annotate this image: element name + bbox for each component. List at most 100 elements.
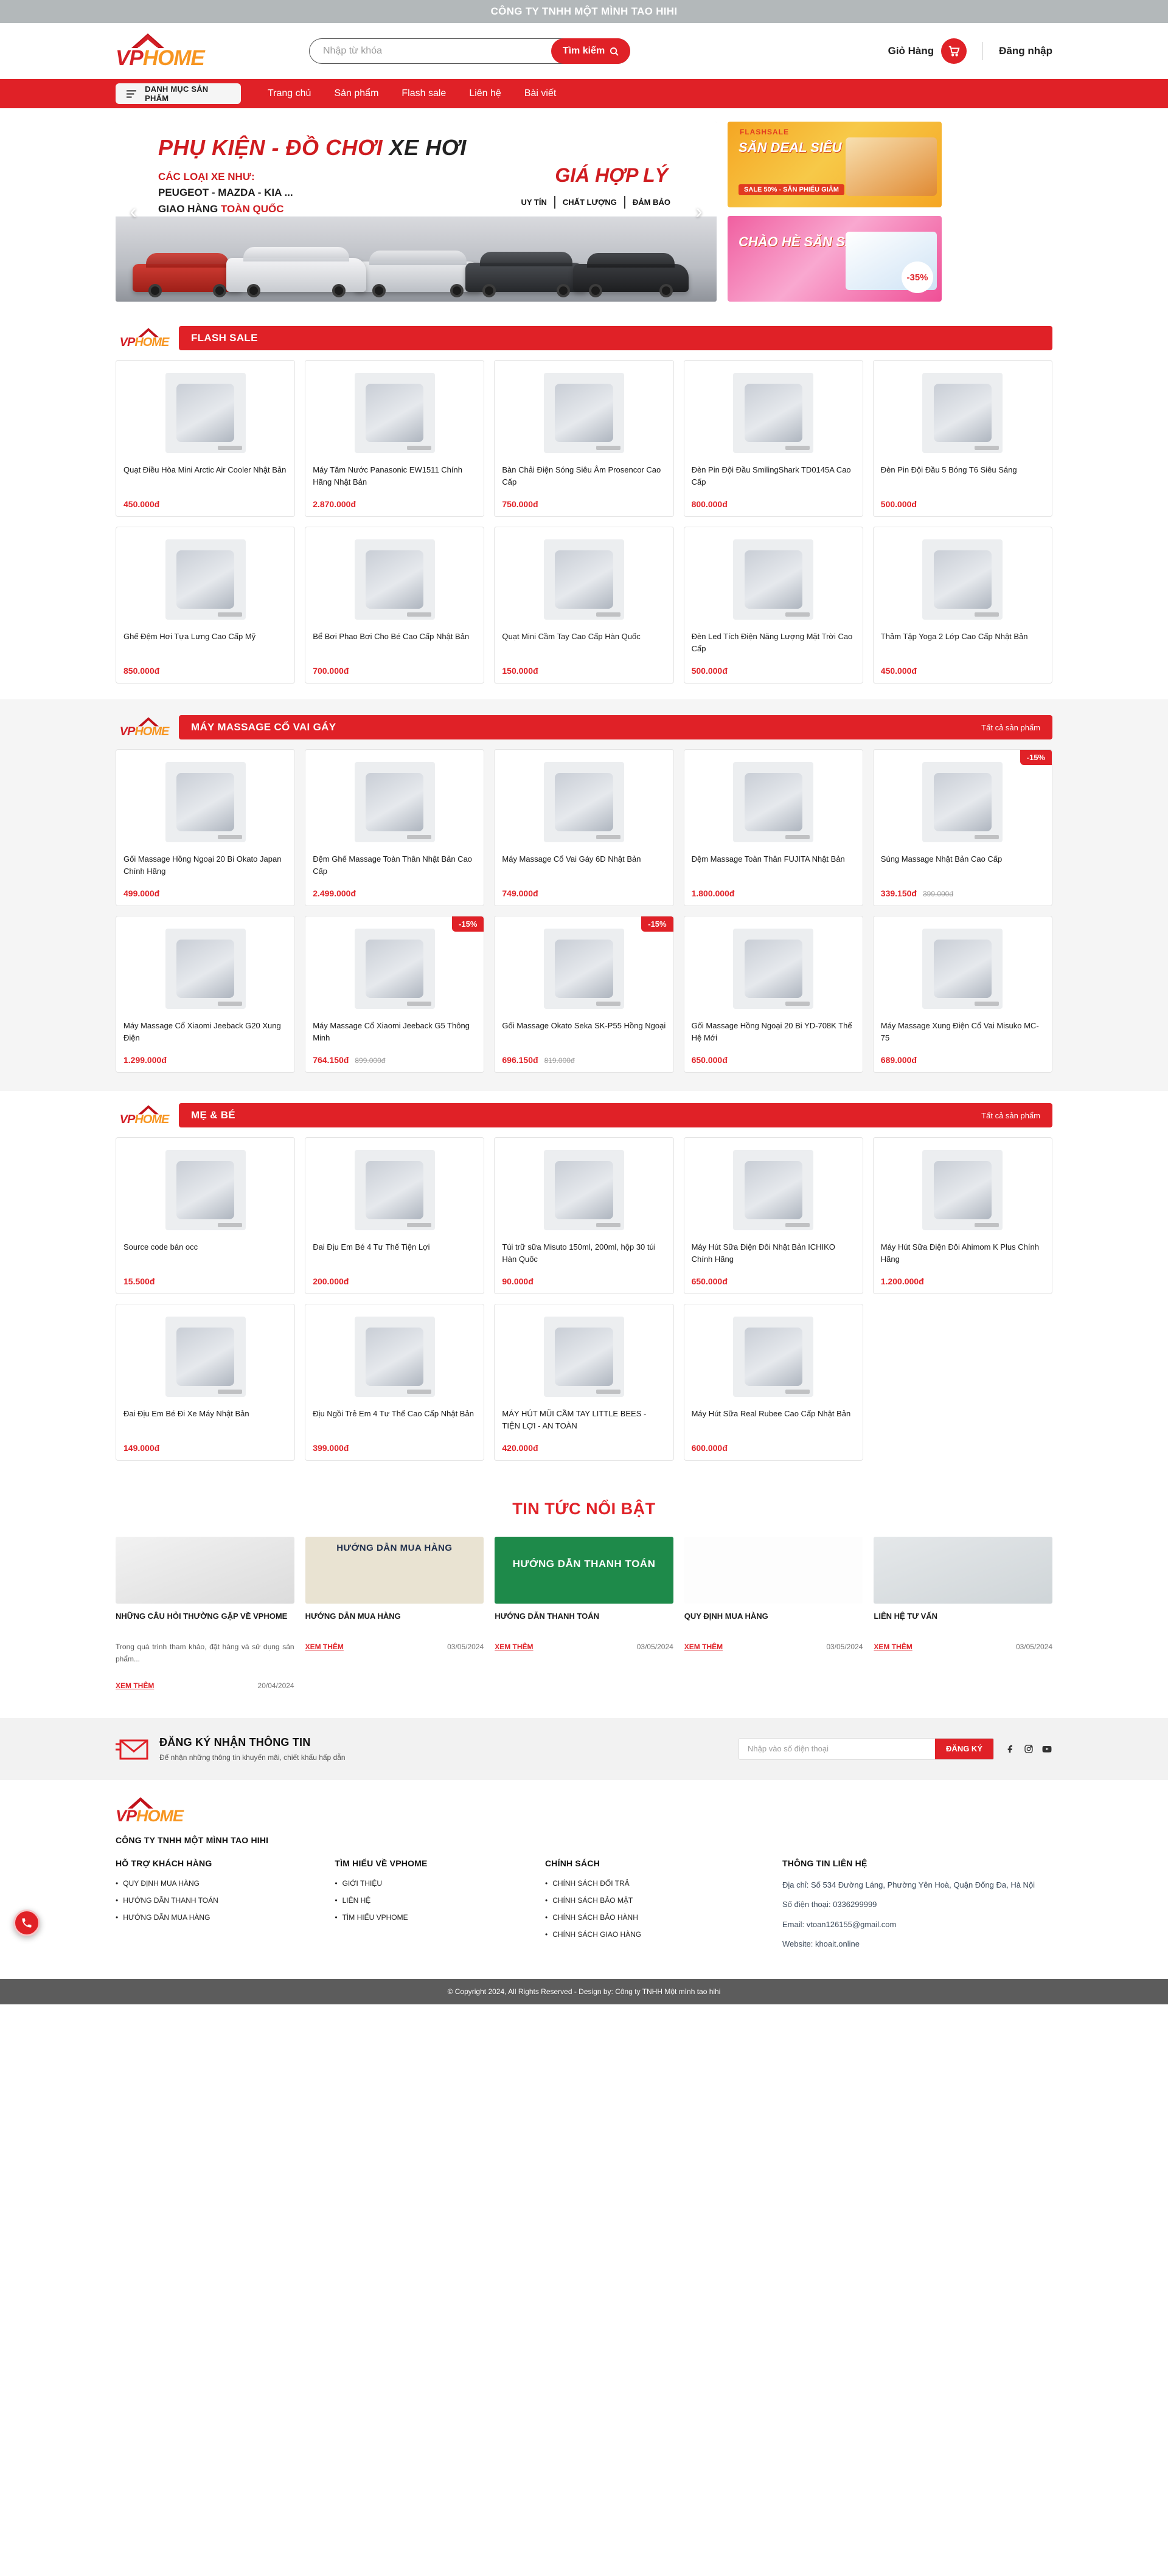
newsletter-section: ĐĂNG KÝ NHẬN THÔNG TIN Để nhận những thô… [0, 1717, 1168, 1780]
baby-view-all-link[interactable]: Tất cả sản phẩm [981, 1111, 1040, 1120]
footer-link-label: HƯỚNG DẪN THANH TOÁN [123, 1896, 218, 1905]
product-card[interactable]: Máy Hút Sữa Real Rubee Cao Cấp Nhật Bản 6… [683, 1304, 863, 1461]
login-link[interactable]: Đăng nhập [999, 45, 1052, 57]
cart-button[interactable]: Giỏ Hàng [888, 38, 967, 64]
hotline-float-button[interactable] [13, 1909, 40, 1936]
product-card[interactable]: Ghế Đệm Hơi Tựa Lưng Cao Cấp Mỹ 850.000đ [116, 527, 296, 684]
product-image [123, 1312, 287, 1402]
product-card[interactable]: Đai Địu Em Bé 4 Tư Thế Tiện Lợi 200.000đ [305, 1137, 485, 1294]
nav-item-home[interactable]: Trang chủ [268, 88, 311, 99]
newsletter-submit-button[interactable]: ĐĂNG KÝ [935, 1738, 993, 1759]
baby-title: MẸ & BÉ [191, 1109, 235, 1121]
product-card[interactable]: Máy Massage Xung Điện Cổ Vai Misuko MC-7… [872, 916, 1052, 1073]
footer-link[interactable]: • CHÍNH SÁCH BẢO MẬT [545, 1896, 770, 1905]
nav-item-contact[interactable]: Liên hệ [469, 88, 501, 99]
bullet-icon: • [545, 1878, 548, 1888]
product-card[interactable]: Gối Massage Hồng Ngoại 20 Bi YD-708K Thế… [683, 916, 863, 1073]
news-section: TIN TỨC NỔI BẬT NHỮNG CÂU HỎI THƯỜNG GẶP… [0, 1477, 1168, 1718]
newsletter-phone-input[interactable] [739, 1744, 936, 1754]
product-name: Máy Hút Sữa Điện Đôi Nhật Bản ICHIKO Chí… [691, 1242, 835, 1264]
product-card[interactable]: Bể Bơi Phao Bơi Cho Bé Cao Cấp Nhật Bản 7… [305, 527, 485, 684]
hero-price-text: GIÁ HỢP LÝ [555, 164, 668, 186]
product-image [692, 757, 855, 847]
product-card[interactable]: Máy Massage Cổ Xiaomi Jeeback G20 Xung Đ… [116, 916, 296, 1073]
product-price-row: 850.000đ [123, 666, 287, 676]
news-read-more-link[interactable]: XEM THÊM [305, 1643, 344, 1651]
newsletter-text: ĐĂNG KÝ NHẬN THÔNG TIN Để nhận những thô… [159, 1736, 346, 1762]
product-card[interactable]: Đệm Massage Toàn Thân FUJITA Nhật Bản 1.8… [683, 749, 863, 906]
product-card[interactable]: Máy Tăm Nước Panasonic EW1511 Chính Hãng… [305, 360, 485, 517]
news-date: 03/05/2024 [826, 1643, 863, 1651]
side-banner-flashsale[interactable]: FLASHSALE SĂN DEAL SIÊU KHỦNG SALE 50% -… [728, 122, 942, 207]
nav-item-blog[interactable]: Bài viết [524, 88, 556, 99]
product-card[interactable]: Đèn Pin Đội Đầu SmilingShark TD0145A Cao… [683, 360, 863, 517]
footer-link[interactable]: • CHÍNH SÁCH GIAO HÀNG [545, 1930, 770, 1939]
product-price-row: 200.000đ [313, 1276, 476, 1286]
product-card[interactable]: -15% Súng Massage Nhật Bản Cao Cấp 339.150… [872, 749, 1052, 906]
product-card[interactable]: Đèn Pin Đội Đầu 5 Bóng T6 Siêu Sáng 500.0… [872, 360, 1052, 517]
footer-link[interactable]: • LIÊN HỆ [335, 1896, 533, 1905]
nav-item-flashsale[interactable]: Flash sale [401, 88, 446, 99]
news-read-more-link[interactable]: XEM THÊM [495, 1643, 533, 1651]
youtube-icon[interactable] [1041, 1744, 1052, 1754]
news-card[interactable]: HƯỚNG DẪN THANH TOÁN HƯỚNG DẪN THANH TOÁN… [495, 1537, 673, 1690]
logo-vp-text: VP [119, 336, 136, 349]
product-card[interactable]: Bàn Chải Điện Sóng Siêu Âm Prosencor Cao… [494, 360, 674, 517]
product-card[interactable]: Quạt Điều Hòa Mini Arctic Air Cooler Nhậ… [116, 360, 296, 517]
product-image [502, 757, 666, 847]
footer-logo[interactable]: VPHOME [116, 1796, 243, 1824]
hero-slider[interactable]: PHỤ KIỆN - ĐỒ CHƠI XE HƠI CÁC LOẠI XE NH… [116, 122, 717, 302]
footer-link[interactable]: • QUY ĐỊNH MUA HÀNG [116, 1879, 322, 1888]
product-card[interactable]: Quạt Mini Cầm Tay Cao Cấp Hàn Quốc 150.00… [494, 527, 674, 684]
news-card[interactable]: QUY ĐỊNH MUA HÀNG XEM THÊM 03/05/2024 [684, 1537, 863, 1690]
product-price: 764.150đ [313, 1055, 349, 1065]
product-card[interactable]: Túi trữ sữa Misuto 150ml, 200ml, hộp 30 … [494, 1137, 674, 1294]
product-card[interactable]: Thảm Tập Yoga 2 Lớp Cao Cấp Nhật Bản 450.… [872, 527, 1052, 684]
product-card[interactable]: Đệm Ghế Massage Toàn Thân Nhật Bản Cao C… [305, 749, 485, 906]
product-card[interactable]: MÁY HÚT MŨI CẦM TAY LITTLE BEES - TIỆN L… [494, 1304, 674, 1461]
product-price-row: 90.000đ [502, 1276, 666, 1286]
product-card[interactable]: Máy Massage Cổ Vai Gáy 6D Nhật Bản 749.00… [494, 749, 674, 906]
search-input[interactable] [323, 46, 551, 57]
facebook-icon[interactable] [1006, 1744, 1016, 1754]
news-image-caption: HƯỚNG DẪN MUA HÀNG [336, 1543, 453, 1553]
nav-links: Trang chủ Sản phẩm Flash sale Liên hệ Bà… [268, 88, 556, 99]
product-card[interactable]: Địu Ngồi Trẻ Em 4 Tư Thế Cao Cấp Nhật Bả… [305, 1304, 485, 1461]
news-image-caption: HƯỚNG DẪN THANH TOÁN [512, 1558, 656, 1570]
product-image [502, 924, 666, 1014]
product-card[interactable]: -15% Máy Massage Cổ Xiaomi Jeeback G5 Thô… [305, 916, 485, 1073]
news-card[interactable]: NHỮNG CÂU HỎI THƯỜNG GẶP VỀ VPHOME Trong … [116, 1537, 294, 1690]
product-name: Đèn Led Tích Điện Năng Lượng Mặt Trời Ca… [691, 632, 853, 653]
section-logo-wordmark: VPHOME [119, 336, 170, 349]
footer-link[interactable]: • CHÍNH SÁCH ĐỔI TRẢ [545, 1879, 770, 1888]
product-card[interactable]: -15% Gối Massage Okato Seka SK-P55 Hồng N… [494, 916, 674, 1073]
footer-link[interactable]: • HƯỚNG DẪN THANH TOÁN [116, 1896, 322, 1905]
news-read-more-link[interactable]: XEM THÊM [116, 1681, 154, 1690]
footer-link[interactable]: • GIỚI THIỆU [335, 1879, 533, 1888]
news-card[interactable]: HƯỚNG DẪN MUA HÀNG HƯỚNG DẪN MUA HÀNG XEM … [305, 1537, 484, 1690]
category-menu-button[interactable]: DANH MỤC SẢN PHẨM [116, 83, 241, 104]
site-logo[interactable]: VPHOME [116, 33, 243, 69]
footer-link-label: HƯỚNG DẪN MUA HÀNG [123, 1913, 210, 1922]
massage-view-all-link[interactable]: Tất cả sản phẩm [981, 723, 1040, 732]
product-card[interactable]: Đai Địu Em Bé Đi Xe Máy Nhật Bản 149.000đ [116, 1304, 296, 1461]
instagram-icon[interactable] [1024, 1744, 1034, 1754]
footer-link[interactable]: • CHÍNH SÁCH BẢO HÀNH [545, 1913, 770, 1922]
news-read-more-link[interactable]: XEM THÊM [684, 1643, 723, 1651]
product-card[interactable]: Source code bán occ 15.500đ [116, 1137, 296, 1294]
side-banner-summer[interactable]: CHÀO HÈ SĂN SALE -35% [728, 216, 942, 302]
product-card[interactable]: Gối Massage Hồng Ngoại 20 Bi Okato Japan… [116, 749, 296, 906]
search-button[interactable]: Tìm kiếm [551, 38, 630, 64]
nav-item-products[interactable]: Sản phẩm [334, 88, 378, 99]
slider-prev-arrow[interactable]: ‹ [123, 200, 144, 223]
slider-next-arrow[interactable]: › [689, 200, 709, 223]
product-card[interactable]: Máy Hút Sữa Điện Đôi Nhật Bản ICHIKO Chí… [683, 1137, 863, 1294]
footer-link[interactable]: • HƯỚNG DẪN MUA HÀNG [116, 1913, 322, 1922]
product-card[interactable]: Đèn Led Tích Điện Năng Lượng Mặt Trời Ca… [683, 527, 863, 684]
product-card[interactable]: Máy Hút Sữa Điện Đôi Ahimom K Plus Chính… [872, 1137, 1052, 1294]
news-card[interactable]: LIÊN HỆ TƯ VẤN XEM THÊM 03/05/2024 [874, 1537, 1052, 1690]
product-price-row: 600.000đ [692, 1443, 855, 1453]
section-logo-baby: VPHOME [116, 1103, 179, 1127]
news-read-more-link[interactable]: XEM THÊM [874, 1643, 912, 1651]
footer-link[interactable]: • TÌM HIỂU VPHOME [335, 1913, 533, 1922]
